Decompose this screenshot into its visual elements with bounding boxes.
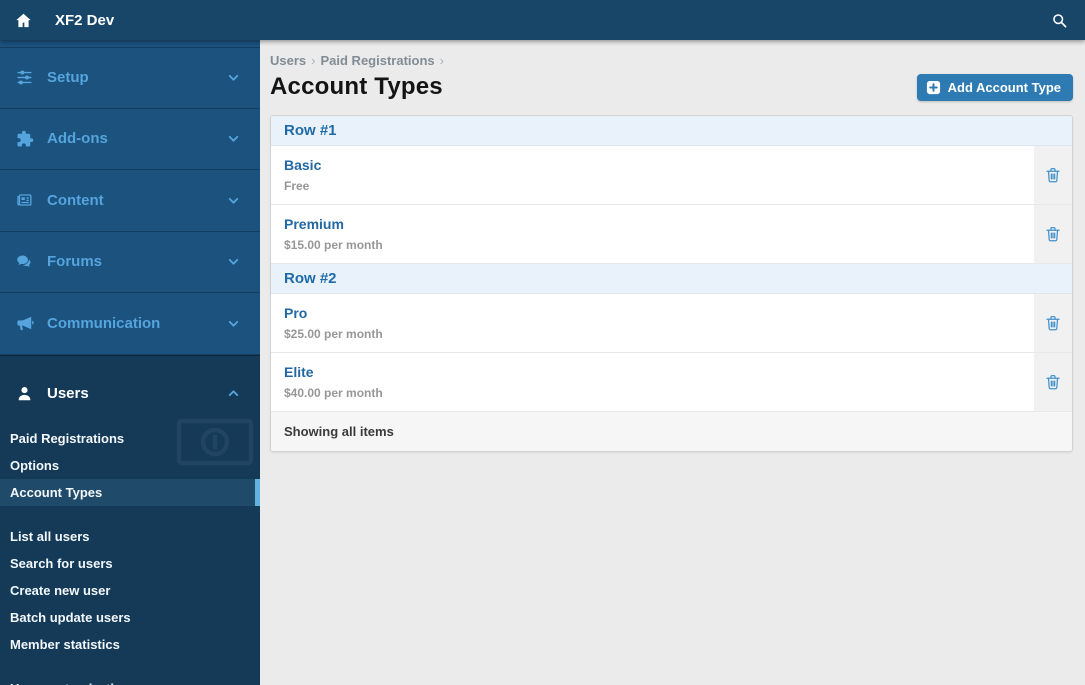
sidebar-item-user-customization[interactable]: User customization bbox=[0, 675, 260, 685]
sidebar-section-forums[interactable]: Forums bbox=[0, 232, 260, 293]
page-title: Account Types bbox=[270, 73, 443, 100]
sidebar-section-label: Content bbox=[47, 191, 104, 209]
row-group-header[interactable]: Row #2 bbox=[271, 264, 1072, 294]
sidebar-section-label: Setup bbox=[47, 69, 89, 87]
account-type-cell: Pro $25.00 per month bbox=[271, 294, 1034, 352]
delete-cell bbox=[1034, 353, 1072, 411]
delete-cell bbox=[1034, 205, 1072, 263]
account-type-link[interactable]: Pro bbox=[284, 305, 307, 321]
megaphone-icon bbox=[14, 315, 35, 332]
account-type-link[interactable]: Premium bbox=[284, 216, 344, 232]
account-type-row-premium: Premium $15.00 per month bbox=[271, 205, 1072, 264]
delete-cell bbox=[1034, 294, 1072, 352]
sidebar-item-search-for-users[interactable]: Search for users bbox=[0, 550, 260, 577]
trash-icon[interactable] bbox=[1044, 373, 1062, 391]
add-account-type-button[interactable]: Add Account Type bbox=[916, 73, 1073, 101]
sidebar-item-create-new-user[interactable]: Create new user bbox=[0, 577, 260, 604]
sliders-icon bbox=[14, 69, 35, 86]
sidebar-item-member-statistics[interactable]: Member statistics bbox=[0, 631, 260, 658]
chevron-down-icon bbox=[223, 317, 244, 330]
breadcrumb-link-paid-registrations[interactable]: Paid Registrations bbox=[320, 53, 434, 68]
sidebar-section-label: Add-ons bbox=[47, 130, 108, 148]
sidebar-item-batch-update-users[interactable]: Batch update users bbox=[0, 604, 260, 631]
newspaper-icon bbox=[14, 192, 35, 208]
sidebar-section-label: Forums bbox=[47, 253, 103, 271]
sidebar: Setup Add-ons Content Forums Communication Us… bbox=[0, 40, 260, 685]
trash-icon[interactable] bbox=[1044, 166, 1062, 184]
list-footer: Showing all items bbox=[271, 412, 1072, 451]
trash-icon[interactable] bbox=[1044, 314, 1062, 332]
sidebar-active-section: Users Paid Registrations Options Account Ty… bbox=[0, 354, 260, 685]
main-content: Users › Paid Registrations › Account Types … bbox=[260, 40, 1085, 685]
account-type-link[interactable]: Basic bbox=[284, 157, 321, 173]
puzzle-icon bbox=[14, 130, 35, 148]
account-type-price: $25.00 per month bbox=[284, 327, 383, 341]
add-button-label: Add Account Type bbox=[947, 79, 1061, 95]
row-group-header[interactable]: Row #1 bbox=[271, 116, 1072, 146]
sidebar-item-options[interactable]: Options bbox=[0, 452, 260, 479]
sidebar-section-users[interactable]: Users bbox=[0, 363, 260, 425]
search-icon[interactable] bbox=[1051, 12, 1068, 29]
chevron-down-icon bbox=[223, 71, 244, 84]
sidebar-nav: Setup Add-ons Content Forums Communication Us… bbox=[0, 40, 260, 685]
sidebar-section-label: Users bbox=[47, 385, 89, 402]
chevron-up-icon bbox=[223, 387, 244, 400]
account-type-price: Free bbox=[284, 179, 310, 193]
chevron-down-icon bbox=[223, 132, 244, 145]
chevron-down-icon bbox=[223, 255, 244, 268]
plus-square-icon bbox=[926, 80, 941, 95]
account-type-price: $15.00 per month bbox=[284, 238, 383, 252]
sidebar-item-paid-registrations[interactable]: Paid Registrations bbox=[0, 425, 260, 452]
home-icon[interactable] bbox=[15, 12, 32, 29]
delete-cell bbox=[1034, 146, 1072, 204]
account-type-cell: Basic Free bbox=[271, 146, 1034, 204]
comments-icon bbox=[14, 253, 35, 270]
sidebar-section-content[interactable]: Content bbox=[0, 170, 260, 232]
breadcrumb: Users › Paid Registrations › bbox=[270, 53, 1073, 68]
chevron-down-icon bbox=[223, 194, 244, 207]
breadcrumb-separator: › bbox=[439, 53, 444, 68]
sidebar-section-setup[interactable]: Setup bbox=[0, 47, 260, 109]
account-type-cell: Elite $40.00 per month bbox=[271, 353, 1034, 411]
account-type-row-pro: Pro $25.00 per month bbox=[271, 294, 1072, 353]
breadcrumb-separator: › bbox=[311, 53, 316, 68]
app-title[interactable]: XF2 Dev bbox=[55, 12, 114, 29]
sidebar-item-account-types[interactable]: Account Types bbox=[0, 478, 260, 506]
sidebar-section-add-ons[interactable]: Add-ons bbox=[0, 109, 260, 170]
sidebar-section-communication[interactable]: Communication bbox=[0, 293, 260, 355]
breadcrumb-link-users[interactable]: Users bbox=[270, 53, 306, 68]
topbar: XF2 Dev bbox=[0, 0, 1085, 40]
sidebar-item-list-all-users[interactable]: List all users bbox=[0, 523, 260, 550]
user-icon bbox=[14, 385, 35, 402]
account-type-row-elite: Elite $40.00 per month bbox=[271, 353, 1072, 412]
users-submenu: Paid Registrations Options Account Types Li… bbox=[0, 425, 260, 685]
account-type-link[interactable]: Elite bbox=[284, 364, 314, 380]
sidebar-section-label: Communication bbox=[47, 314, 161, 332]
account-type-row-basic: Basic Free bbox=[271, 146, 1072, 205]
account-types-list: Row #1 Basic Free Premium $15.00 per month Ro… bbox=[270, 115, 1073, 452]
account-type-price: $40.00 per month bbox=[284, 386, 383, 400]
trash-icon[interactable] bbox=[1044, 225, 1062, 243]
account-type-cell: Premium $15.00 per month bbox=[271, 205, 1034, 263]
